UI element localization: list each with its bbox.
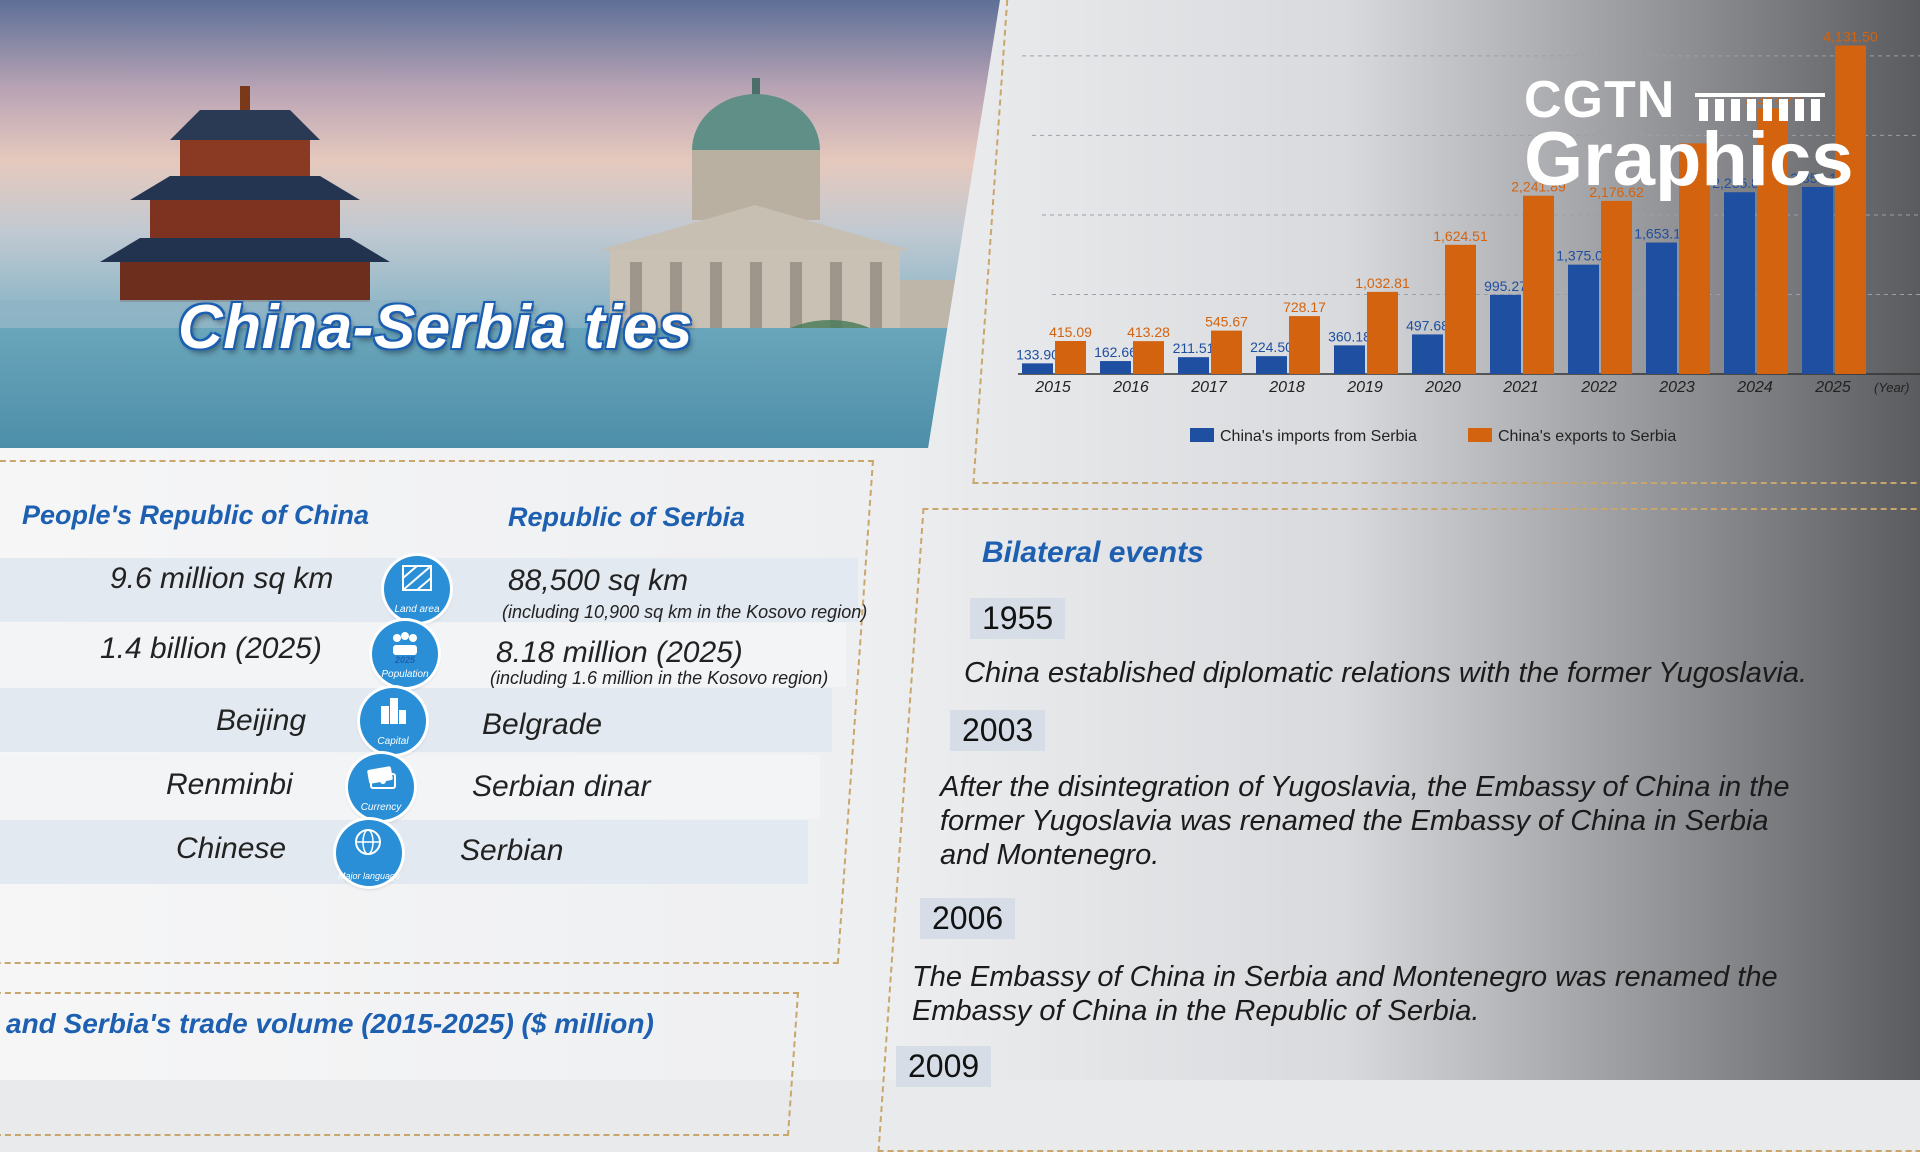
china-currency: Renminbi xyxy=(166,768,293,801)
bar xyxy=(1802,186,1833,374)
bar xyxy=(1367,291,1398,374)
bar xyxy=(1523,195,1554,374)
x-axis-label: (Year) xyxy=(1874,380,1909,395)
bar xyxy=(1100,361,1131,374)
bar xyxy=(1724,192,1755,374)
population-label: Population xyxy=(381,669,429,680)
serbia-population: 8.18 million (2025) xyxy=(496,636,743,669)
population-icon: 2025 Population xyxy=(372,621,438,687)
tick-label: 2017 xyxy=(1190,379,1228,396)
land-area-icon: Land area xyxy=(384,556,450,622)
event-text: The Embassy of China in Serbia and Monte… xyxy=(912,961,1778,1027)
event-text: China established diplomatic relations w… xyxy=(964,657,1808,689)
tick-label: 2023 xyxy=(1658,379,1695,396)
event-year: 2009 xyxy=(896,1046,992,1087)
trade-volume-title: and Serbia's trade volume (2015-2025) ($… xyxy=(6,1008,654,1039)
china-land-area: 9.6 million sq km xyxy=(110,562,334,595)
bar xyxy=(1178,357,1209,374)
capital-icon: Capital xyxy=(360,688,426,754)
data-label: 1,032.81 xyxy=(1355,275,1410,291)
data-label: 360.18 xyxy=(1328,328,1371,344)
tick-label: 2019 xyxy=(1346,379,1383,396)
legend-entry: China's imports from Serbia xyxy=(1220,428,1417,445)
tick-label: 2018 xyxy=(1268,379,1305,396)
currency-label: Currency xyxy=(360,802,402,813)
tick-label: 2024 xyxy=(1736,379,1773,396)
logo-line2: Graphics xyxy=(1524,117,1854,202)
serbia-land-area-note: (including 10,900 sq km in the Kosovo re… xyxy=(502,602,868,622)
land-area-label: Land area xyxy=(394,604,440,615)
data-label: 995.27 xyxy=(1484,278,1527,294)
bar xyxy=(1646,242,1677,374)
tick-label: 2015 xyxy=(1034,379,1071,396)
tick-label: 2021 xyxy=(1502,379,1539,396)
event-text: After the disintegration of Yugoslavia, … xyxy=(940,771,1790,871)
data-label: 415.09 xyxy=(1049,324,1092,340)
bar xyxy=(1256,356,1287,374)
data-label: 162.66 xyxy=(1094,344,1137,360)
population-icon-year: 2025 xyxy=(394,655,416,665)
bar xyxy=(1412,334,1443,374)
cgtn-graphics-logo: CGTN Graphics xyxy=(1524,70,1853,203)
tick-label: 2016 xyxy=(1112,379,1149,396)
capital-label: Capital xyxy=(377,736,409,747)
data-label: 413.28 xyxy=(1127,324,1170,340)
bar xyxy=(1445,244,1476,374)
tick-label: 2022 xyxy=(1580,379,1617,396)
page-title: China-Serbia ties xyxy=(178,293,693,362)
legend-swatch xyxy=(1468,428,1492,442)
bar xyxy=(1334,345,1365,374)
data-label: 224.50 xyxy=(1250,339,1293,355)
bar xyxy=(1133,341,1164,374)
language-label: Major language xyxy=(337,871,401,881)
language-icon: Major language xyxy=(336,820,402,886)
bar xyxy=(1490,294,1521,374)
legend-entry: China's exports to Serbia xyxy=(1498,428,1676,445)
event-year: 2006 xyxy=(920,898,1016,939)
serbia-language: Serbian xyxy=(460,834,564,867)
tick-label: 2020 xyxy=(1424,379,1461,396)
china-population: 1.4 billion (2025) xyxy=(100,632,322,665)
event-year: 2003 xyxy=(950,710,1046,751)
fact-row-language xyxy=(0,820,808,884)
bar xyxy=(1568,264,1599,374)
event-year: 1955 xyxy=(970,598,1066,639)
serbia-population-note: (including 1.6 million in the Kosovo reg… xyxy=(490,668,829,688)
tick-label: 2025 xyxy=(1814,379,1851,396)
legend-swatch xyxy=(1190,428,1214,442)
data-label: 728.17 xyxy=(1283,299,1326,315)
bar xyxy=(1211,330,1242,374)
data-label: 1,624.51 xyxy=(1433,228,1488,244)
serbia-capital: Belgrade xyxy=(482,708,603,741)
events-title: Bilateral events xyxy=(982,536,1204,569)
data-label: 497.68 xyxy=(1406,317,1449,333)
data-label: 133.90 xyxy=(1016,346,1059,362)
serbia-header: Republic of Serbia xyxy=(508,502,746,532)
bar xyxy=(1289,316,1320,374)
serbia-land-area: 88,500 sq km xyxy=(508,564,689,597)
china-header: People's Republic of China xyxy=(22,500,369,530)
china-language: Chinese xyxy=(176,832,287,865)
data-label: 4,131.50 xyxy=(1823,28,1878,44)
bar xyxy=(1022,363,1053,374)
data-label: 545.67 xyxy=(1205,314,1248,330)
data-label: 211.51 xyxy=(1173,340,1215,356)
china-capital: Beijing xyxy=(216,704,307,737)
bar xyxy=(1601,200,1632,374)
currency-icon: Currency xyxy=(348,754,414,820)
serbia-currency: Serbian dinar xyxy=(472,770,651,803)
hero-banner: China-Serbia ties xyxy=(0,0,1000,448)
bar xyxy=(1055,340,1086,374)
